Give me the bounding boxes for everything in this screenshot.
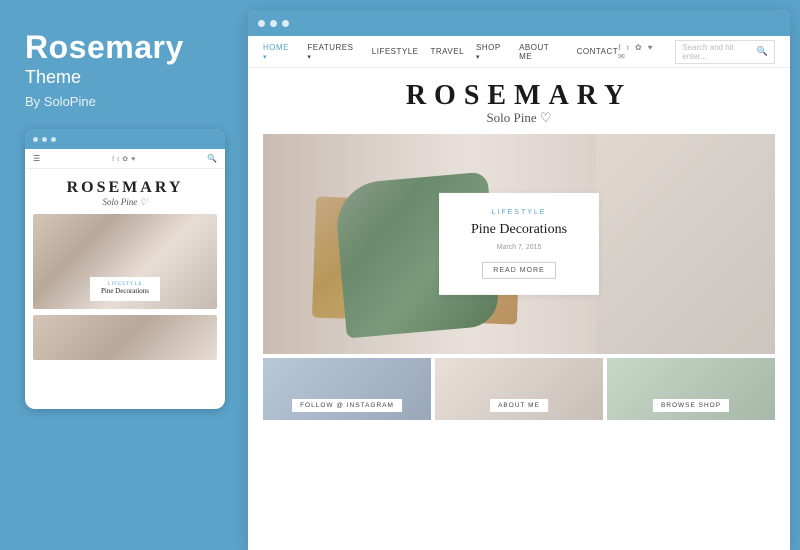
desktop-dot-1 [258,20,265,27]
nav-travel[interactable]: TRAVEL [431,47,465,56]
social-icons: f t ✿ ♥ ✉ [618,43,667,61]
website-logo-text: ROSEMARY [248,80,790,112]
hero-read-more-button[interactable]: READ MORE [482,262,555,279]
desktop-preview: HOME FEATURES LIFESTYLE TRAVEL SHOP ABOU… [248,10,790,550]
website-nav: HOME FEATURES LIFESTYLE TRAVEL SHOP ABOU… [248,36,790,68]
nav-links: HOME FEATURES LIFESTYLE TRAVEL SHOP ABOU… [263,43,618,61]
search-bar[interactable]: Search and hit enter... 🔍 [675,40,775,64]
mobile-topbar [25,129,225,149]
strip-label-about[interactable]: ABOUT ME [490,399,548,412]
mobile-nav: ☰ ft✿♥ 🔍 [25,149,225,169]
desktop-dot-3 [282,20,289,27]
strip-label-instagram[interactable]: FOLLOW @ INSTAGRAM [292,399,402,412]
search-placeholder: Search and hit enter... [682,43,753,61]
strip-shop: BROWSE SHOP [607,358,775,420]
mobile-dot-3 [51,137,56,142]
hero-section: LIFESTYLE Pine Decorations March 7, 2015… [263,134,775,354]
hero-category-label: LIFESTYLE [459,209,579,216]
desktop-dot-2 [270,20,277,27]
hero-card: LIFESTYLE Pine Decorations March 7, 2015… [439,193,599,295]
hero-person-silhouette [596,134,775,354]
mobile-hamburger-icon: ☰ [33,154,40,163]
nav-right: f t ✿ ♥ ✉ Search and hit enter... 🔍 [618,40,775,64]
mobile-preview: ☰ ft✿♥ 🔍 ROSEMARY Solo Pine ♡ LIFESTYLE … [25,129,225,409]
mobile-logo-sub: Solo Pine ♡ [25,197,225,208]
mobile-hero-card: LIFESTYLE Pine Decorations [90,277,160,301]
strip-label-shop[interactable]: BROWSE SHOP [653,399,729,412]
mobile-logo-area: ROSEMARY Solo Pine ♡ [25,169,225,214]
mobile-logo-text: ROSEMARY [25,179,225,197]
hero-article-date: March 7, 2015 [459,244,579,251]
theme-author: By SoloPine [25,94,223,109]
nav-home[interactable]: HOME [263,43,295,61]
hero-article-title: Pine Decorations [459,221,579,239]
mobile-dot-1 [33,137,38,142]
nav-features[interactable]: FEATURES [307,43,359,61]
mobile-bottom-strip [33,315,217,360]
theme-subtitle: Theme [25,67,223,88]
theme-title-block: Rosemary Theme By SoloPine [25,30,223,109]
mobile-hero-image: LIFESTYLE Pine Decorations [33,214,217,309]
mobile-nav-icons: ft✿♥ [112,155,135,163]
mobile-hero-title: Pine Decorations [98,287,152,296]
mobile-dot-2 [42,137,47,142]
nav-contact[interactable]: CONTACT [577,47,619,56]
nav-lifestyle[interactable]: LIFESTYLE [372,47,419,56]
bottom-strip: FOLLOW @ INSTAGRAM ABOUT ME BROWSE SHOP [248,354,790,424]
nav-shop[interactable]: SHOP [476,43,507,61]
website-logo-area: ROSEMARY Solo Pine ♡ [248,68,790,134]
website-logo-sub: Solo Pine ♡ [248,110,790,126]
left-panel: Rosemary Theme By SoloPine ☰ ft✿♥ 🔍 ROSE… [0,0,248,550]
strip-instagram: FOLLOW @ INSTAGRAM [263,358,431,420]
strip-about: ABOUT ME [435,358,603,420]
search-icon[interactable]: 🔍 [757,46,768,57]
mobile-search-icon: 🔍 [207,154,217,163]
desktop-topbar [248,10,790,36]
theme-title: Rosemary [25,30,223,65]
nav-about[interactable]: ABOUT ME [519,43,565,61]
